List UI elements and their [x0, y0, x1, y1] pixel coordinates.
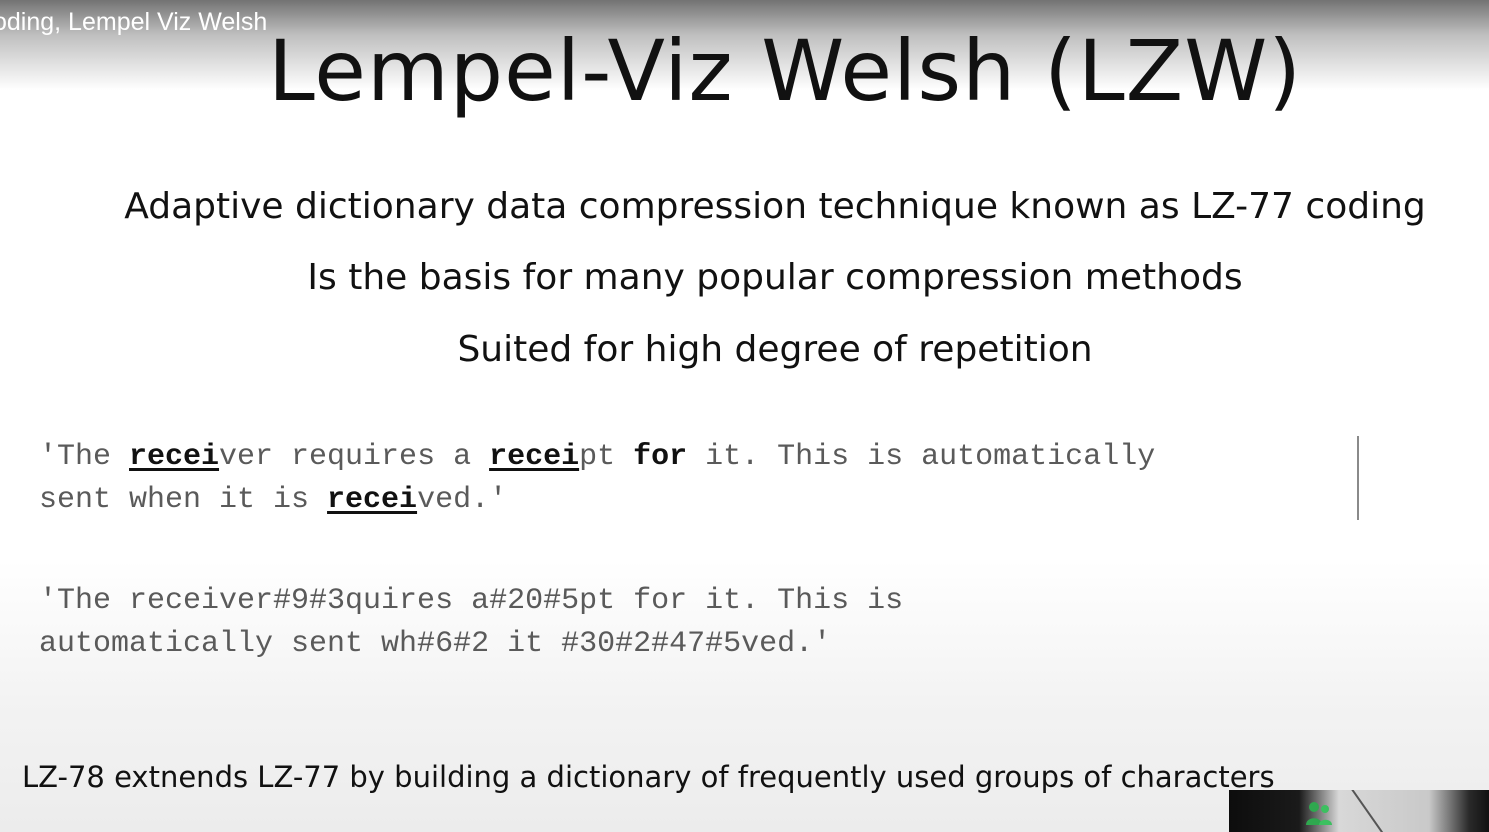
text-segment: ver requires a	[219, 440, 490, 474]
text-cursor	[1357, 436, 1359, 520]
user-group-icon	[1306, 802, 1332, 825]
text-segment: pt	[579, 440, 634, 474]
text-segment: ved.'	[417, 483, 508, 517]
example-encoded-text: 'The receiver#9#3quires a#20#5pt for it.…	[39, 580, 903, 666]
encoded-line-1: 'The receiver#9#3quires a#20#5pt for it.…	[39, 584, 904, 618]
text-segment: it. This is automatically	[687, 440, 1156, 474]
slide-bullet-2: Is the basis for many popular compressio…	[307, 257, 1243, 298]
webcam-background-line	[1349, 790, 1391, 832]
bold-word: for	[633, 440, 688, 474]
slide-footnote: LZ-78 extnends LZ-77 by building a dicti…	[22, 760, 1275, 794]
repeated-substring: recei	[129, 440, 220, 474]
encoded-line-2: automatically sent wh#6#2 it #30#2#47#5v…	[39, 627, 832, 661]
slide-bullet-1: Adaptive dictionary data compression tec…	[124, 186, 1426, 227]
video-frame[interactable]: oding, Lempel Viz Welsh Lempel-Viz Welsh…	[0, 0, 1489, 832]
example-original-text: 'The receiver requires a receipt for it.…	[39, 436, 1155, 522]
repeated-substring: recei	[489, 440, 580, 474]
text-segment: 'The	[39, 440, 130, 474]
text-segment: sent when it is	[39, 483, 328, 517]
repeated-substring: recei	[327, 483, 418, 517]
slide-bullet-3: Suited for high degree of repetition	[457, 329, 1093, 370]
webcam-overlay	[1229, 790, 1489, 832]
slide-title: Lempel-Viz Welsh (LZW)	[267, 22, 1303, 120]
